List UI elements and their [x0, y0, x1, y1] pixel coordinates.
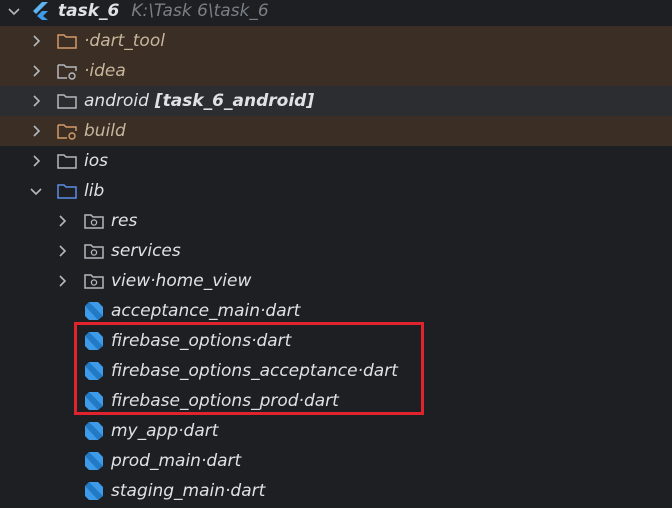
chevron-right-icon[interactable]: [54, 243, 70, 259]
chevron-right-icon[interactable]: [28, 33, 44, 49]
tree-item-label: build: [84, 121, 126, 141]
tree-item-label: firebase_options_acceptance·dart: [111, 361, 398, 381]
chevron-right-icon[interactable]: [54, 273, 70, 289]
package-folder-icon: [84, 244, 104, 259]
tree-item-label: ·idea: [84, 61, 126, 81]
project-name: task_6: [58, 1, 120, 21]
chevron-right-icon[interactable]: [28, 63, 44, 79]
tree-row-prod-main[interactable]: prod_main·dart: [0, 446, 672, 476]
tree-row-acceptance-main[interactable]: acceptance_main·dart: [0, 296, 672, 326]
tree-item-label: staging_main·dart: [111, 481, 266, 501]
project-path: K:\Task 6\task_6: [131, 1, 269, 21]
tree-row-firebase-options[interactable]: firebase_options·dart: [0, 326, 672, 356]
tree-row-root[interactable]: task_6 K:\Task 6\task_6: [0, 0, 672, 26]
dart-file-icon: [85, 302, 103, 320]
tree-item-label: firebase_options·dart: [111, 331, 292, 351]
flutter-logo-icon: [33, 2, 48, 20]
tree-row-firebase-options-acceptance[interactable]: firebase_options_acceptance·dart: [0, 356, 672, 386]
chevron-right-icon[interactable]: [28, 153, 44, 169]
package-folder-icon: [84, 214, 104, 229]
tree-row-build[interactable]: build: [0, 116, 672, 146]
tree-row-android[interactable]: android [task_6_android]: [0, 86, 672, 116]
tree-row-staging-main[interactable]: staging_main·dart: [0, 476, 672, 506]
chevron-down-icon[interactable]: [28, 183, 44, 199]
config-folder-icon: [57, 64, 77, 80]
folder-icon: [57, 34, 77, 49]
tree-item-label: ·dart_tool: [84, 31, 165, 51]
folder-icon: [57, 94, 77, 109]
tree-item-label: ios: [84, 151, 108, 171]
chevron-right-icon[interactable]: [28, 123, 44, 139]
chevron-right-icon[interactable]: [54, 213, 70, 229]
tree-row-idea[interactable]: ·idea: [0, 56, 672, 86]
tree-item-label: firebase_options_prod·dart: [111, 391, 339, 411]
tree-row-my-app[interactable]: my_app·dart: [0, 416, 672, 446]
chevron-right-icon[interactable]: [28, 93, 44, 109]
tree-item-label: res: [111, 211, 138, 231]
tree-item-label: acceptance_main·dart: [111, 301, 301, 321]
tree-item-label: android: [84, 91, 149, 111]
tree-item-label: my_app·dart: [111, 421, 219, 441]
module-name: [task_6_android]: [154, 91, 315, 111]
tree-row-services[interactable]: services: [0, 236, 672, 266]
dart-file-icon: [85, 332, 103, 350]
tree-item-label: view·home_view: [111, 271, 252, 291]
tree-row-firebase-options-prod[interactable]: firebase_options_prod·dart: [0, 386, 672, 416]
dart-file-icon: [85, 452, 103, 470]
excluded-folder-icon: [57, 124, 77, 140]
tree-row-ios[interactable]: ios: [0, 146, 672, 176]
dart-file-icon: [85, 482, 103, 500]
tree-item-label: lib: [84, 181, 105, 201]
source-folder-icon: [57, 184, 77, 199]
package-folder-icon: [84, 274, 104, 289]
tree-row-dart-tool[interactable]: ·dart_tool: [0, 26, 672, 56]
tree-row-view[interactable]: view·home_view: [0, 266, 672, 296]
tree-row-lib[interactable]: lib: [0, 176, 672, 206]
folder-icon: [57, 154, 77, 169]
dart-file-icon: [85, 422, 103, 440]
project-tree: task_6 K:\Task 6\task_6 ·dart_tool ·idea …: [0, 0, 672, 506]
tree-item-label: services: [111, 241, 181, 261]
tree-item-label: prod_main·dart: [111, 451, 242, 471]
chevron-down-icon[interactable]: [6, 3, 22, 19]
dart-file-icon: [85, 362, 103, 380]
tree-row-res[interactable]: res: [0, 206, 672, 236]
dart-file-icon: [85, 392, 103, 410]
